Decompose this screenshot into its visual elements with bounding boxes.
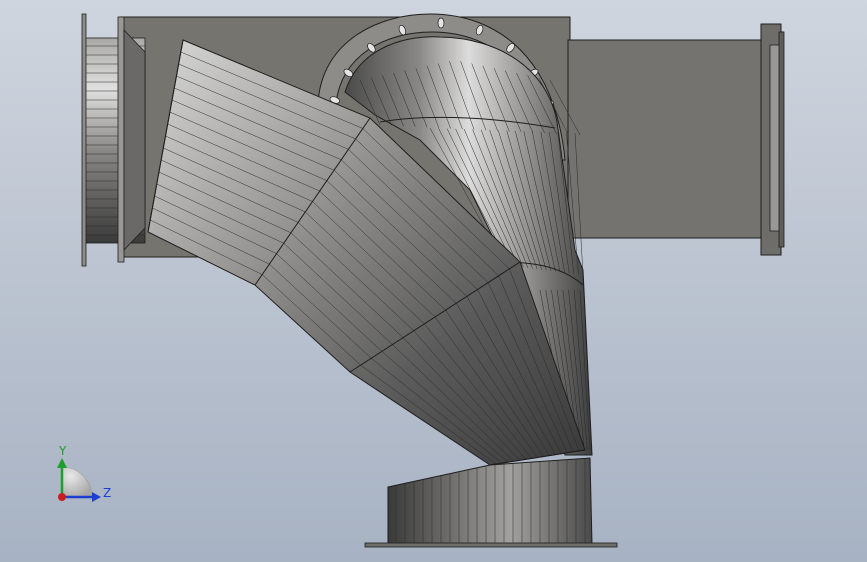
y-axis-label: Y bbox=[58, 444, 67, 458]
model-canvas[interactable]: Y Z bbox=[0, 0, 867, 562]
left-inlet-pipe bbox=[81, 13, 146, 267]
z-axis-label: Z bbox=[103, 486, 111, 500]
x-axis-origin-icon bbox=[58, 493, 66, 501]
cad-viewport[interactable]: Y Z bbox=[0, 0, 867, 562]
flange-bolt-hole bbox=[437, 17, 445, 29]
